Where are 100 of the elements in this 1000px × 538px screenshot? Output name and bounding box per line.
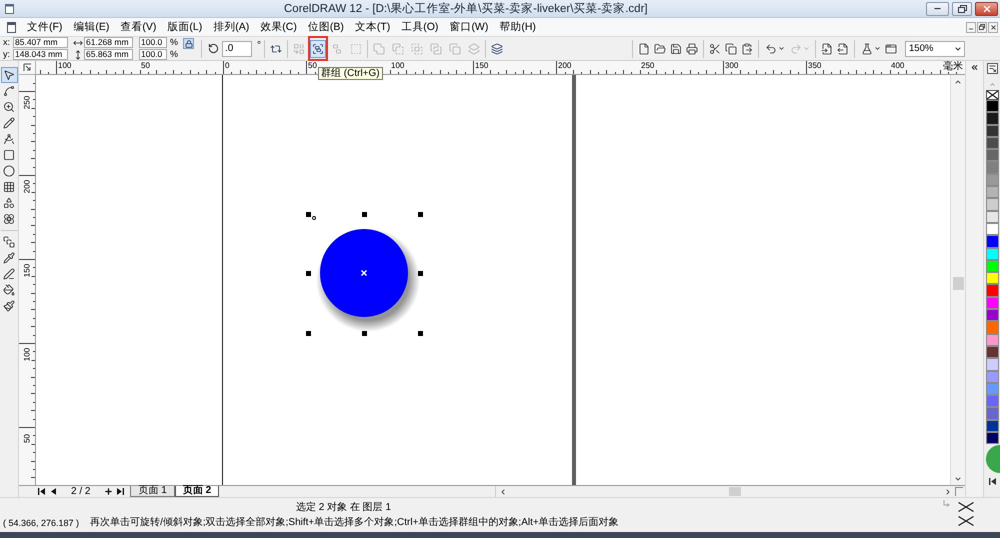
file-icon — [638, 42, 650, 54]
palette-menu-icon[interactable] — [986, 63, 998, 74]
color-swatch[interactable] — [986, 222, 998, 236]
curve-nodes-icon — [3, 85, 15, 97]
menu-item[interactable]: 文本(T) — [354, 20, 392, 34]
color-swatch[interactable] — [986, 346, 998, 358]
ruler-label: 250 — [640, 61, 656, 70]
restore-icon — [979, 24, 985, 30]
menu-item[interactable]: 帮助(H) — [498, 20, 537, 34]
scale-field[interactable]: 100.0 — [139, 37, 167, 48]
previous-page-icon[interactable] — [51, 488, 56, 495]
color-swatch[interactable] — [986, 296, 998, 310]
square-icon — [3, 149, 15, 161]
menu-item[interactable]: 编辑(E) — [72, 20, 110, 34]
ellipse-tool[interactable] — [0, 163, 18, 179]
size-field[interactable]: 61.268 mm — [84, 37, 133, 48]
menu-item[interactable]: 查看(V) — [119, 20, 158, 34]
page-counter: 2 / 2 — [71, 486, 90, 497]
outline-tool[interactable] — [0, 266, 18, 282]
color-swatch[interactable] — [986, 198, 998, 211]
color-swatch[interactable] — [986, 210, 998, 223]
color-swatch[interactable] — [986, 358, 998, 371]
scale-field[interactable]: 100.0 — [139, 49, 167, 60]
freehand-tool[interactable] — [0, 115, 18, 131]
vertical-scrollbar[interactable] — [950, 75, 965, 485]
menu-item[interactable]: 版面(L) — [166, 20, 204, 34]
page-tab[interactable]: 页面 2 — [174, 486, 220, 496]
color-swatch[interactable] — [986, 272, 998, 284]
document-minimize-button[interactable] — [966, 22, 976, 32]
color-swatch[interactable] — [986, 136, 998, 150]
color-swatch[interactable] — [986, 370, 998, 383]
fill-tool[interactable] — [0, 282, 18, 298]
color-swatch[interactable] — [986, 334, 998, 346]
selection-handle[interactable] — [418, 212, 422, 216]
color-swatch[interactable] — [986, 284, 998, 297]
circle-icon — [3, 165, 15, 177]
selection-handle[interactable] — [306, 330, 310, 336]
color-swatch[interactable] — [986, 309, 998, 322]
selection-handle[interactable] — [418, 270, 422, 276]
cross-icon — [958, 502, 974, 512]
selection-status: 选定 2 对象 在 图层 1 — [296, 502, 392, 514]
coordinate-field[interactable]: 85.407 mm — [13, 37, 68, 48]
menu-item[interactable]: 文件(F) — [26, 20, 64, 34]
ruler-label: 150 — [474, 61, 490, 70]
interactive-fill-tool[interactable] — [0, 298, 18, 314]
rotation-field[interactable]: .0 — [222, 40, 252, 56]
color-swatch[interactable] — [986, 321, 998, 334]
selection-handle[interactable] — [306, 270, 310, 276]
scroll-thumb[interactable] — [952, 277, 964, 290]
color-swatch[interactable] — [986, 149, 998, 162]
color-swatch[interactable] — [986, 124, 998, 137]
color-swatch[interactable] — [986, 395, 998, 408]
document-close-button[interactable] — [988, 22, 998, 32]
plus-icon[interactable] — [104, 487, 114, 496]
pick-tool[interactable] — [0, 67, 18, 83]
menu-item[interactable]: 效果(C) — [259, 20, 298, 34]
scroll-thumb[interactable] — [729, 487, 741, 496]
selection-handle[interactable] — [418, 330, 422, 336]
color-swatch[interactable] — [986, 112, 998, 125]
menu-item[interactable]: 工具(O) — [400, 20, 440, 34]
document-restore-button[interactable] — [977, 22, 987, 32]
color-swatch[interactable] — [986, 260, 998, 272]
page-tab[interactable]: 页面 1 — [130, 486, 175, 496]
horizontal-scrollbar[interactable] — [495, 486, 965, 497]
size-field[interactable]: 65.863 mm — [84, 49, 133, 60]
lock-ratio-button[interactable] — [183, 38, 194, 49]
color-swatch[interactable] — [986, 248, 998, 260]
chevron-left-icon[interactable] — [499, 488, 507, 496]
restore-button[interactable] — [952, 2, 972, 16]
scroll-end-icon[interactable] — [988, 478, 996, 486]
zoom-dropdown[interactable]: 150% — [905, 40, 965, 56]
chevron-up-icon[interactable] — [954, 78, 962, 86]
menu-item[interactable]: 位图(B) — [306, 20, 345, 34]
color-swatch[interactable] — [986, 235, 998, 248]
chevron-right-icon[interactable] — [944, 488, 952, 496]
color-swatch[interactable] — [986, 382, 998, 396]
interactive-tool[interactable] — [0, 234, 18, 250]
double-chevron-icon[interactable] — [970, 63, 979, 72]
first-page-icon[interactable] — [38, 488, 45, 495]
selection-handle[interactable] — [306, 212, 310, 216]
color-swatch[interactable] — [986, 161, 998, 174]
color-swatch[interactable] — [986, 100, 998, 112]
group-button[interactable] — [310, 40, 326, 58]
menu-item[interactable]: 排列(A) — [212, 20, 250, 34]
close-button[interactable] — [975, 2, 998, 16]
color-swatch[interactable] — [986, 174, 998, 186]
menu-item[interactable]: 窗口(W) — [448, 20, 490, 34]
color-swatch[interactable] — [986, 432, 998, 444]
color-swatch[interactable] — [986, 420, 998, 432]
redo-icon — [790, 42, 802, 54]
color-swatch[interactable] — [986, 407, 998, 420]
selection-handle[interactable] — [362, 330, 366, 336]
coordinate-field[interactable]: 148.043 mm — [13, 49, 68, 60]
rotate-icon — [208, 43, 220, 54]
last-page-icon[interactable] — [117, 488, 124, 495]
ruler-origin-icon[interactable] — [22, 63, 32, 72]
selection-handle[interactable] — [362, 212, 366, 216]
color-swatch[interactable] — [986, 186, 998, 198]
chevron-down-icon[interactable] — [954, 475, 962, 483]
no-color-swatch-icon[interactable] — [986, 90, 998, 100]
